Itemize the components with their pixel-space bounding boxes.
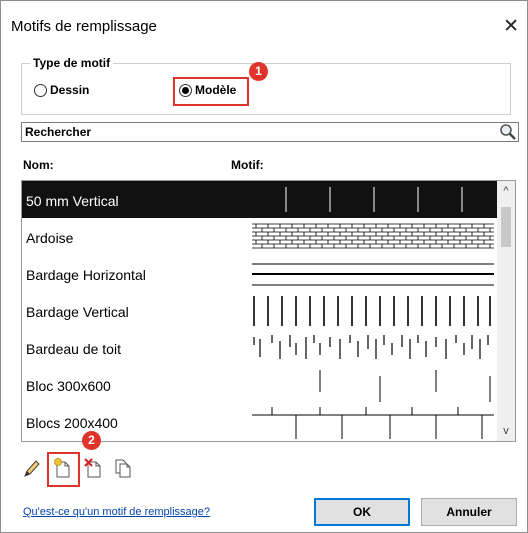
horizontal-siding-pattern	[252, 263, 494, 286]
radio-modele[interactable]: Modèle	[179, 83, 236, 97]
block-300x600-pattern	[319, 370, 491, 402]
pattern-name: 50 mm Vertical	[26, 193, 119, 209]
scroll-thumb[interactable]	[501, 207, 511, 247]
pattern-name: Ardoise	[26, 230, 74, 246]
scroll-down-icon[interactable]: v	[497, 423, 515, 439]
pattern-row-bardage-horizontal[interactable]: Bardage Horizontal	[22, 255, 498, 292]
vertical-siding-pattern	[253, 296, 491, 326]
vertical-lines-pattern	[285, 187, 463, 212]
pattern-name: Bardage Vertical	[26, 304, 129, 320]
pattern-type-legend: Type de motif	[30, 56, 114, 70]
pattern-row-bardeau-de-toit[interactable]: Bardeau de toit	[22, 329, 498, 366]
pattern-row-ardoise[interactable]: Ardoise	[22, 218, 498, 255]
edit-icon[interactable]	[21, 457, 41, 479]
fill-patterns-dialog: Motifs de remplissage ✕ Type de motif De…	[0, 0, 528, 533]
duplicate-pattern-icon[interactable]	[113, 457, 133, 479]
pattern-list[interactable]: 50 mm Vertical Ardoise Bardage Horizonta…	[21, 180, 498, 442]
radio-modele-circle	[179, 83, 192, 97]
new-pattern-icon[interactable]	[52, 457, 72, 479]
pattern-name: Blocs 200x400	[26, 415, 118, 431]
roof-shingle-pattern	[253, 335, 489, 359]
pattern-row-bardage-vertical[interactable]: Bardage Vertical	[22, 292, 498, 329]
delete-pattern-icon[interactable]	[83, 457, 103, 479]
list-scrollbar[interactable]: ^ v	[497, 180, 516, 442]
help-link[interactable]: Qu'est-ce qu'un motif de remplissage?	[23, 506, 210, 518]
search-input[interactable]: Rechercher	[25, 125, 91, 139]
radio-dessin[interactable]: Dessin	[34, 83, 89, 97]
pattern-row-50mm-vertical[interactable]: 50 mm Vertical	[22, 181, 498, 218]
callout-badge-1: 1	[249, 62, 268, 81]
callout-badge-2: 2	[82, 431, 101, 450]
radio-dessin-label: Dessin	[50, 83, 90, 97]
ok-button[interactable]: OK	[314, 498, 410, 526]
pattern-name: Bardeau de toit	[26, 341, 121, 357]
pattern-row-bloc-300x600[interactable]: Bloc 300x600	[22, 366, 498, 403]
close-icon[interactable]: ✕	[503, 15, 519, 38]
radio-modele-label: Modèle	[195, 83, 237, 97]
dialog-title: Motifs de remplissage	[11, 18, 157, 35]
slate-pattern	[252, 223, 494, 249]
radio-dessin-circle	[34, 83, 47, 97]
blocks-200x400-pattern	[252, 407, 494, 439]
search-icon[interactable]	[499, 123, 517, 141]
column-header-name: Nom:	[23, 158, 54, 172]
cancel-button[interactable]: Annuler	[421, 498, 517, 526]
title-bar: Motifs de remplissage ✕	[1, 1, 527, 51]
scroll-up-icon[interactable]: ^	[497, 183, 515, 199]
column-header-pattern: Motif:	[231, 158, 264, 172]
pattern-name: Bloc 300x600	[26, 378, 111, 394]
search-field[interactable]: Rechercher	[21, 122, 519, 142]
pattern-name: Bardage Horizontal	[26, 267, 146, 283]
